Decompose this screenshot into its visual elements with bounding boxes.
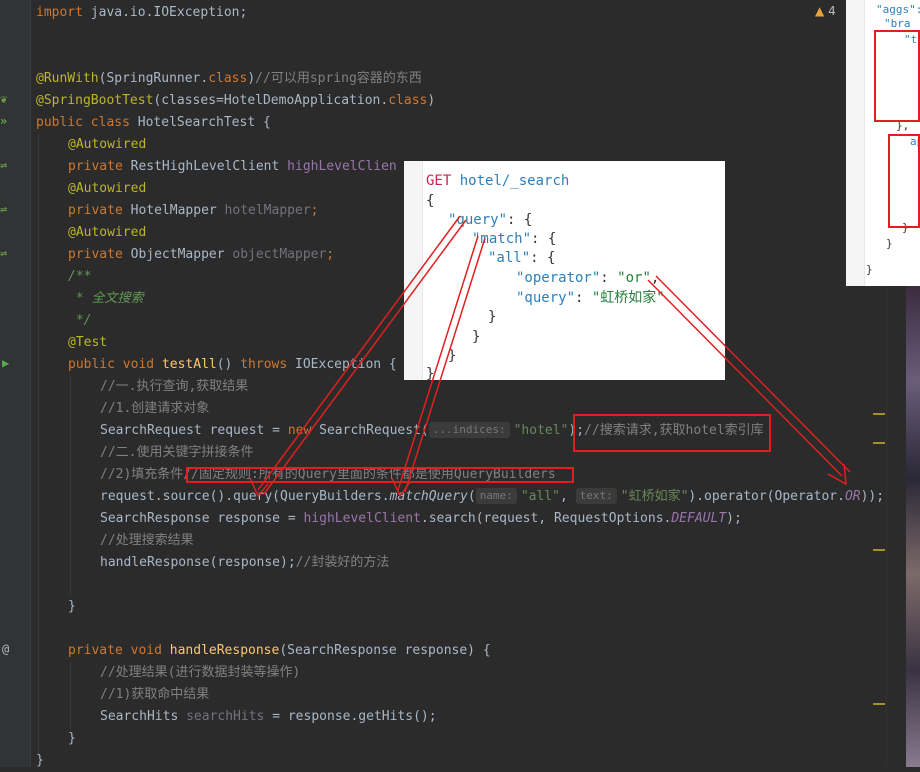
annotation-arrows bbox=[249, 215, 851, 498]
arrow-query-to-query bbox=[249, 215, 467, 498]
arrow-match-to-matchquery bbox=[391, 235, 486, 498]
arrow-operator-to-or bbox=[647, 275, 851, 486]
